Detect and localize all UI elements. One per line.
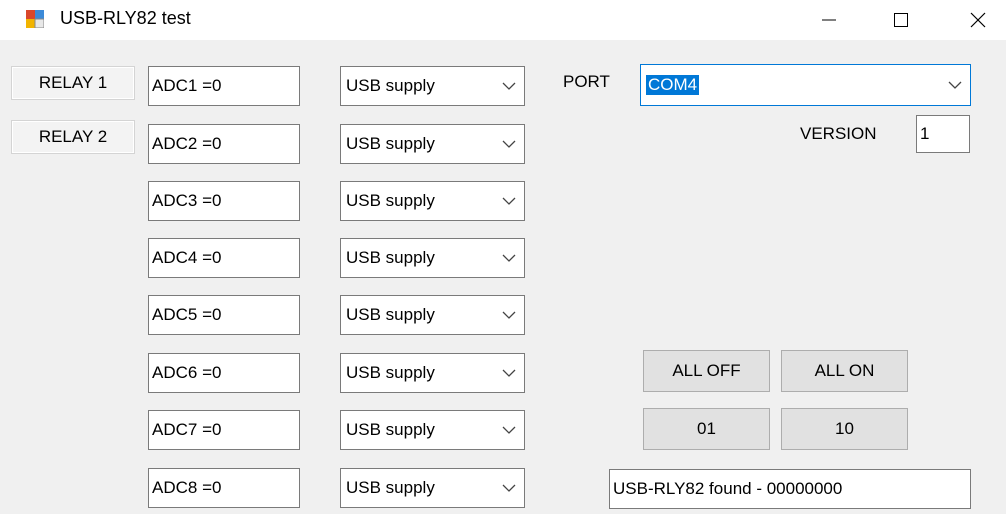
port-value: COM4 (646, 75, 700, 95)
adc3-field[interactable]: ADC3 =0 (148, 181, 300, 221)
chevron-down-icon (502, 484, 516, 492)
chevron-down-icon (502, 82, 516, 90)
adc2-field[interactable]: ADC2 =0 (148, 124, 300, 164)
adc4-field[interactable]: ADC4 =0 (148, 238, 300, 278)
chevron-down-icon (502, 140, 516, 148)
adc6-supply-select[interactable]: USB supply (340, 353, 525, 393)
chevron-down-icon (502, 426, 516, 434)
maximize-icon (894, 13, 908, 27)
select-value: USB supply (346, 478, 435, 497)
relay-1-button[interactable]: RELAY 1 (11, 66, 135, 100)
app-window-icon (26, 10, 44, 28)
adc8-supply-select[interactable]: USB supply (340, 468, 525, 508)
adc6-field[interactable]: ADC6 =0 (148, 353, 300, 393)
status-field[interactable]: USB-RLY82 found - 00000000 (609, 469, 971, 509)
adc5-field[interactable]: ADC5 =0 (148, 295, 300, 335)
all-off-button[interactable]: ALL OFF (643, 350, 770, 392)
minimize-button[interactable] (806, 0, 852, 40)
select-value: USB supply (346, 76, 435, 95)
close-icon (970, 12, 986, 28)
all-on-button[interactable]: ALL ON (781, 350, 908, 392)
select-value: USB supply (346, 420, 435, 439)
close-button[interactable] (955, 0, 1001, 40)
adc5-supply-select[interactable]: USB supply (340, 295, 525, 335)
port-label: PORT (563, 72, 610, 91)
adc2-supply-select[interactable]: USB supply (340, 124, 525, 164)
relay-2-button[interactable]: RELAY 2 (11, 120, 135, 154)
version-field[interactable]: 1 (916, 115, 970, 153)
minimize-icon (822, 19, 836, 21)
chevron-down-icon (502, 254, 516, 262)
maximize-button[interactable] (878, 0, 924, 40)
chevron-down-icon (502, 197, 516, 205)
select-value: USB supply (346, 248, 435, 267)
button-10[interactable]: 10 (781, 408, 908, 450)
adc7-supply-select[interactable]: USB supply (340, 410, 525, 450)
button-01[interactable]: 01 (643, 408, 770, 450)
adc4-supply-select[interactable]: USB supply (340, 238, 525, 278)
adc8-field[interactable]: ADC8 =0 (148, 468, 300, 508)
adc1-supply-select[interactable]: USB supply (340, 66, 525, 106)
chevron-down-icon (502, 311, 516, 319)
select-value: USB supply (346, 134, 435, 153)
chevron-down-icon (502, 369, 516, 377)
adc3-supply-select[interactable]: USB supply (340, 181, 525, 221)
adc7-field[interactable]: ADC7 =0 (148, 410, 300, 450)
chevron-down-icon (948, 81, 962, 89)
select-value: USB supply (346, 363, 435, 382)
port-select[interactable]: COM4 (640, 64, 971, 106)
select-value: USB supply (346, 191, 435, 210)
select-value: USB supply (346, 305, 435, 324)
title-bar: USB-RLY82 test (0, 0, 1006, 40)
adc1-field[interactable]: ADC1 =0 (148, 66, 300, 106)
version-label: VERSION (800, 124, 877, 143)
window-title: USB-RLY82 test (60, 8, 191, 28)
